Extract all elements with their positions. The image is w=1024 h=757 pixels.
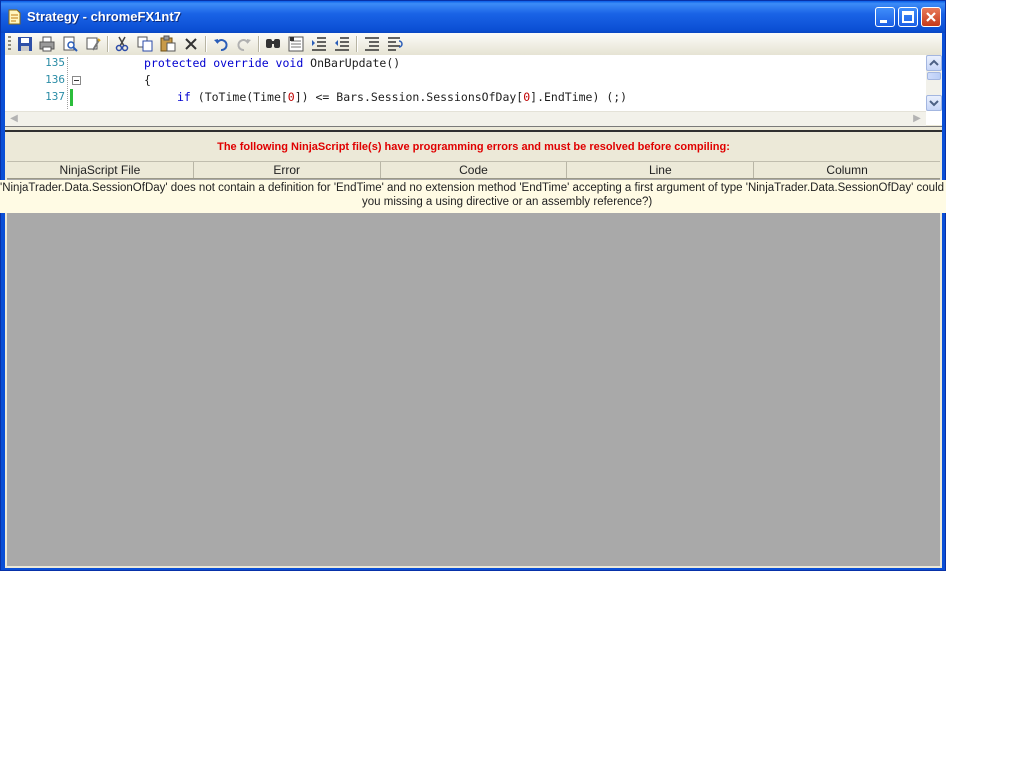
window-title: Strategy - chromeFX1nt7	[27, 9, 181, 24]
editor-horizontal-scrollbar[interactable]: ◀ ▶	[5, 111, 926, 126]
changed-line-marker	[70, 89, 73, 106]
maximize-icon	[902, 11, 914, 23]
find-icon[interactable]	[264, 35, 282, 53]
save-icon[interactable]	[16, 35, 34, 53]
document-icon	[8, 9, 21, 25]
column-header-ninjascript-file[interactable]: NinjaScript File	[7, 162, 194, 178]
close-icon	[926, 12, 936, 22]
toolbar-grip[interactable]	[8, 36, 11, 52]
collapse-toggle-icon[interactable]	[72, 76, 81, 85]
column-header-code[interactable]: Code	[381, 162, 568, 178]
paste-icon[interactable]	[159, 35, 177, 53]
maximize-button[interactable]	[898, 7, 918, 27]
error-message-line-1: 'NinjaTrader.Data.SessionOfDay' does not…	[0, 182, 946, 194]
editor-toolbar	[5, 33, 942, 56]
line-number: 137	[45, 90, 65, 103]
indent-icon[interactable]	[310, 35, 328, 53]
code-line-135[interactable]: protected override void OnBarUpdate()	[144, 56, 400, 70]
scroll-down-button[interactable]	[926, 95, 942, 111]
outdent-icon[interactable]	[333, 35, 351, 53]
error-row-tooltip[interactable]: 'NinjaTrader.Data.SessionOfDay' does not…	[0, 180, 946, 213]
scroll-up-button[interactable]	[926, 55, 942, 71]
error-message-line-2: you missing a using directive or an asse…	[362, 196, 653, 208]
close-button[interactable]	[921, 7, 941, 27]
error-grid-header: NinjaScript File Error Code Line Column	[7, 161, 940, 179]
column-header-column[interactable]: Column	[754, 162, 940, 178]
code-editor[interactable]: 135 136 137 protected override void OnBa…	[5, 55, 942, 126]
cut-icon[interactable]	[113, 35, 131, 53]
strategy-window: Strategy - chromeFX1nt7 135 136 137 prot…	[0, 0, 946, 571]
line-number: 135	[45, 56, 65, 69]
chevron-up-icon	[929, 59, 939, 66]
title-bar[interactable]: Strategy - chromeFX1nt7	[1, 1, 945, 33]
column-header-line[interactable]: Line	[567, 162, 755, 178]
scroll-right-icon[interactable]: ▶	[910, 112, 924, 126]
toolbar-separator	[356, 36, 358, 52]
properties-icon[interactable]	[84, 35, 102, 53]
undo-icon[interactable]	[212, 35, 230, 53]
delete-icon[interactable]	[182, 35, 200, 53]
replace-icon[interactable]	[287, 35, 305, 53]
minimize-icon	[880, 20, 887, 23]
scroll-left-icon[interactable]: ◀	[7, 112, 21, 126]
toolbar-separator	[107, 36, 109, 52]
line-number-gutter: 135 136 137	[5, 55, 69, 111]
compile-error-banner: The following NinjaScript file(s) have p…	[5, 133, 942, 161]
fold-guide	[67, 57, 69, 109]
code-line-137[interactable]: if (ToTime(Time[0]) <= Bars.Session.Sess…	[177, 90, 627, 104]
error-grid-body[interactable]	[7, 179, 940, 566]
client-area: 135 136 137 protected override void OnBa…	[5, 33, 942, 568]
line-number: 136	[45, 73, 65, 86]
editor-vertical-scrollbar[interactable]	[926, 55, 942, 111]
comment-icon[interactable]	[363, 35, 381, 53]
uncomment-icon[interactable]	[386, 35, 404, 53]
print-preview-icon[interactable]	[61, 35, 79, 53]
minimize-button[interactable]	[875, 7, 895, 27]
print-icon[interactable]	[38, 35, 56, 53]
panel-splitter[interactable]	[5, 126, 942, 132]
column-header-error[interactable]: Error	[194, 162, 381, 178]
toolbar-separator	[258, 36, 260, 52]
code-line-136[interactable]: {	[144, 73, 151, 87]
chevron-down-icon	[929, 100, 939, 107]
redo-icon[interactable]	[235, 35, 253, 53]
scroll-thumb[interactable]	[927, 72, 941, 80]
toolbar-separator	[205, 36, 207, 52]
copy-icon[interactable]	[136, 35, 154, 53]
